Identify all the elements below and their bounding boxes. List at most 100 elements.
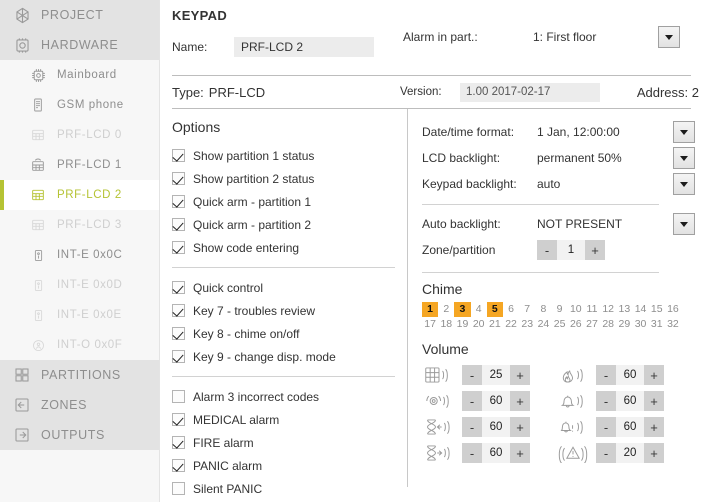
option-row[interactable]: Show partition 2 status: [172, 167, 403, 190]
chime-cell[interactable]: 25: [552, 317, 568, 332]
chime-cell[interactable]: 20: [471, 317, 487, 332]
volume-increment-button[interactable]: +: [510, 443, 530, 463]
chime-cell[interactable]: 15: [649, 302, 665, 317]
option-row[interactable]: Key 8 - chime on/off: [172, 322, 403, 345]
option-row[interactable]: Silent PANIC: [172, 477, 403, 500]
volume-decrement-button[interactable]: -: [462, 443, 482, 463]
setting-value[interactable]: permanent 50%: [537, 151, 669, 165]
sidebar-item-int-o-0x0f[interactable]: INT-O 0x0F: [0, 330, 159, 360]
setting-value[interactable]: 1 Jan, 12:00:00: [537, 125, 669, 139]
chime-cell[interactable]: 27: [584, 317, 600, 332]
chime-cell[interactable]: 28: [600, 317, 616, 332]
sidebar-item-hardware[interactable]: HARDWARE: [0, 30, 159, 60]
option-row[interactable]: Quick arm - partition 1: [172, 190, 403, 213]
alarm-in-partition-dropdown-button[interactable]: [658, 26, 680, 48]
volume-increment-button[interactable]: +: [510, 391, 530, 411]
sidebar-item-gsm-phone[interactable]: GSM phone: [0, 90, 159, 120]
checkbox-unchecked[interactable]: [172, 482, 185, 495]
chime-cell[interactable]: 10: [568, 302, 584, 317]
zone-partition-increment-button[interactable]: +: [585, 240, 605, 260]
option-row[interactable]: Show partition 1 status: [172, 144, 403, 167]
chime-cell[interactable]: 7: [519, 302, 535, 317]
setting-dropdown-button[interactable]: [673, 147, 695, 169]
chime-cell[interactable]: 32: [665, 317, 681, 332]
volume-increment-button[interactable]: +: [644, 443, 664, 463]
checkbox-checked[interactable]: [172, 172, 185, 185]
chime-cell[interactable]: 21: [487, 317, 503, 332]
checkbox-checked[interactable]: [172, 281, 185, 294]
checkbox-checked[interactable]: [172, 436, 185, 449]
volume-increment-button[interactable]: +: [644, 391, 664, 411]
chime-cell[interactable]: 17: [422, 317, 438, 332]
chime-cell[interactable]: 26: [568, 317, 584, 332]
option-row[interactable]: Quick arm - partition 2: [172, 213, 403, 236]
chime-cell[interactable]: 9: [552, 302, 568, 317]
chime-cell[interactable]: 31: [649, 317, 665, 332]
setting-dropdown-button[interactable]: [673, 121, 695, 143]
chime-cell[interactable]: 18: [438, 317, 454, 332]
volume-decrement-button[interactable]: -: [596, 443, 616, 463]
option-row[interactable]: Key 9 - change disp. mode: [172, 345, 403, 368]
option-row[interactable]: PANIC alarm: [172, 454, 403, 477]
sidebar-item-int-e-0x0c[interactable]: INT-E 0x0C: [0, 240, 159, 270]
volume-decrement-button[interactable]: -: [462, 365, 482, 385]
setting-value[interactable]: auto: [537, 177, 669, 191]
checkbox-checked[interactable]: [172, 195, 185, 208]
chime-cell[interactable]: 13: [616, 302, 632, 317]
volume-increment-button[interactable]: +: [510, 365, 530, 385]
option-row[interactable]: Key 7 - troubles review: [172, 299, 403, 322]
chime-cell[interactable]: 6: [503, 302, 519, 317]
volume-increment-button[interactable]: +: [644, 417, 664, 437]
alarm-in-partition-value[interactable]: 1: First floor: [533, 30, 658, 44]
chime-cell[interactable]: 22: [503, 317, 519, 332]
sidebar-item-project[interactable]: PROJECT: [0, 0, 159, 30]
name-input[interactable]: PRF-LCD 2: [234, 37, 374, 57]
checkbox-checked[interactable]: [172, 218, 185, 231]
chime-cell[interactable]: 12: [600, 302, 616, 317]
auto-backlight-value[interactable]: NOT PRESENT: [537, 217, 669, 231]
option-row[interactable]: Alarm 3 incorrect codes: [172, 385, 403, 408]
option-row[interactable]: Quick control: [172, 276, 403, 299]
volume-increment-button[interactable]: +: [510, 417, 530, 437]
chime-cell[interactable]: 29: [616, 317, 632, 332]
chime-cell[interactable]: 2: [438, 302, 454, 317]
chime-cell-active[interactable]: 5: [486, 302, 503, 317]
checkbox-checked[interactable]: [172, 241, 185, 254]
chime-cell-active[interactable]: 1: [422, 302, 439, 317]
chime-cell[interactable]: 19: [454, 317, 470, 332]
volume-decrement-button[interactable]: -: [462, 417, 482, 437]
checkbox-checked[interactable]: [172, 350, 185, 363]
sidebar-item-prf-lcd-3[interactable]: PRF-LCD 3: [0, 210, 159, 240]
checkbox-unchecked[interactable]: [172, 390, 185, 403]
sidebar-item-int-e-0x0d[interactable]: INT-E 0x0D: [0, 270, 159, 300]
chime-cell[interactable]: 14: [632, 302, 648, 317]
sidebar-item-prf-lcd-1[interactable]: PRF-LCD 1: [0, 150, 159, 180]
volume-decrement-button[interactable]: -: [596, 417, 616, 437]
chime-cell[interactable]: 24: [535, 317, 551, 332]
setting-dropdown-button[interactable]: [673, 173, 695, 195]
checkbox-checked[interactable]: [172, 413, 185, 426]
sidebar-item-zones[interactable]: ZONES: [0, 390, 159, 420]
checkbox-checked[interactable]: [172, 327, 185, 340]
sidebar-item-mainboard[interactable]: Mainboard: [0, 60, 159, 90]
chime-cell[interactable]: 16: [665, 302, 681, 317]
option-row[interactable]: MEDICAL alarm: [172, 408, 403, 431]
chime-cell[interactable]: 8: [535, 302, 551, 317]
chime-cell[interactable]: 23: [519, 317, 535, 332]
checkbox-checked[interactable]: [172, 304, 185, 317]
volume-decrement-button[interactable]: -: [462, 391, 482, 411]
sidebar-item-int-e-0x0e[interactable]: INT-E 0x0E: [0, 300, 159, 330]
volume-decrement-button[interactable]: -: [596, 365, 616, 385]
sidebar-item-outputs[interactable]: OUTPUTS: [0, 420, 159, 450]
volume-increment-button[interactable]: +: [644, 365, 664, 385]
chime-cell-active[interactable]: 3: [454, 302, 471, 317]
zone-partition-decrement-button[interactable]: -: [537, 240, 557, 260]
sidebar-item-partitions[interactable]: PARTITIONS: [0, 360, 159, 390]
chime-cell[interactable]: 11: [584, 302, 600, 317]
volume-decrement-button[interactable]: -: [596, 391, 616, 411]
auto-backlight-dropdown-button[interactable]: [673, 213, 695, 235]
checkbox-checked[interactable]: [172, 459, 185, 472]
option-row[interactable]: Show code entering: [172, 236, 403, 259]
sidebar-item-prf-lcd-0[interactable]: PRF-LCD 0: [0, 120, 159, 150]
chime-cell[interactable]: 30: [632, 317, 648, 332]
